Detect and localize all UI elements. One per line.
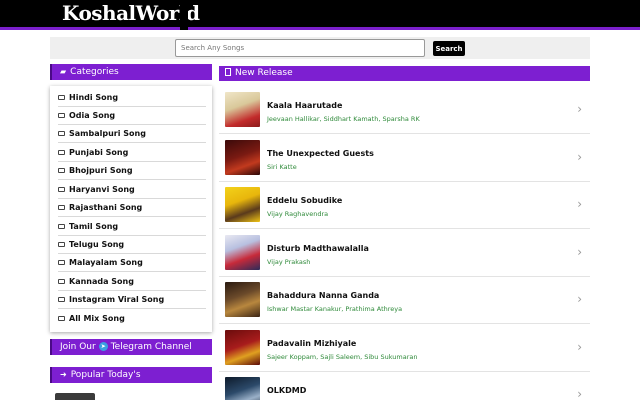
search-input[interactable] (175, 39, 425, 57)
song-title: OLKDMD (267, 386, 307, 395)
category-item-haryanvi[interactable]: Haryanvi Song (58, 181, 206, 199)
chevron-right-icon: › (577, 387, 582, 400)
category-label: Malayalam Song (69, 258, 143, 267)
folder-icon (58, 297, 65, 302)
site-logo[interactable]: KoshalWorld (62, 1, 200, 25)
song-title: Disturb Madthawalalla (267, 244, 369, 253)
song-thumbnail (225, 235, 260, 270)
song-artists: Vijay Prakash (267, 258, 311, 266)
category-label: All Mix Song (69, 314, 125, 323)
song-row[interactable]: Bahaddura Nanna Ganda Ishwar Mastar Kana… (219, 277, 590, 324)
folder-icon (58, 316, 65, 321)
category-label: Instagram Viral Song (69, 295, 165, 304)
chevron-right-icon: › (577, 245, 582, 259)
popular-thumbnail[interactable] (55, 393, 95, 400)
chevron-right-icon: › (577, 197, 582, 211)
song-thumbnail (225, 377, 260, 400)
chevron-right-icon: › (577, 340, 582, 354)
chevron-right-icon: › (577, 102, 582, 116)
folder-icon (58, 205, 65, 210)
song-thumbnail (225, 282, 260, 317)
song-artists: Siri Katte (267, 163, 297, 171)
category-label: Hindi Song (69, 93, 119, 102)
category-label: Telugu Song (69, 240, 125, 249)
category-label: Bhojpuri Song (69, 166, 133, 175)
search-button[interactable]: Search (433, 41, 465, 56)
song-artists: Sajeer Koppam, Sajli Saleem, Sibu Sukuma… (267, 353, 418, 361)
category-item-rajasthani[interactable]: Rajasthani Song (58, 199, 206, 217)
song-row[interactable]: Eddelu Sobudike Vijay Raghavendra › (219, 182, 590, 229)
category-label: Odia Song (69, 111, 116, 120)
document-icon (225, 68, 231, 76)
category-item-telugu[interactable]: Telugu Song (58, 236, 206, 254)
folder-icon (58, 242, 65, 247)
new-release-header: New Release (219, 66, 590, 81)
top-bar: KoshalWorld (0, 0, 640, 30)
song-row[interactable]: The Unexpected Guests Siri Katte › (219, 135, 590, 182)
song-title: Bahaddura Nanna Ganda (267, 291, 380, 300)
folder-icon (58, 279, 65, 284)
category-item-odia[interactable]: Odia Song (58, 107, 206, 125)
category-item-kannada[interactable]: Kannada Song (58, 273, 206, 291)
song-title: Kaala Haarutade (267, 101, 343, 110)
song-title: Eddelu Sobudike (267, 196, 343, 205)
category-label: Rajasthani Song (69, 203, 143, 212)
song-row[interactable]: Kaala Haarutade Jeevaan Hallikar, Siddha… (219, 87, 590, 134)
category-item-bhojpuri[interactable]: Bhojpuri Song (58, 162, 206, 180)
song-row[interactable]: Disturb Madthawalalla Vijay Prakash › (219, 230, 590, 277)
song-thumbnail (225, 140, 260, 175)
folder-icon (58, 168, 65, 173)
popular-title: Popular Today's (70, 370, 141, 380)
category-item-tamil[interactable]: Tamil Song (58, 218, 206, 236)
song-row[interactable]: Padavalin Mizhiyale Sajeer Koppam, Sajli… (219, 325, 590, 372)
song-thumbnail (225, 92, 260, 127)
song-row[interactable]: OLKDMD › (219, 372, 590, 400)
song-thumbnail (225, 330, 260, 365)
song-title: Padavalin Mizhiyale (267, 339, 357, 348)
folder-icon (58, 224, 65, 229)
category-label: Tamil Song (69, 222, 119, 231)
category-item-hindi[interactable]: Hindi Song (58, 89, 206, 107)
categories-header: ▰ Categories (50, 64, 212, 80)
telegram-icon: ➤ (98, 342, 108, 351)
song-artists: Jeevaan Hallikar, Siddhart Kamath, Spars… (267, 115, 420, 123)
song-title: The Unexpected Guests (267, 149, 374, 158)
folder-open-icon: ▰ (60, 67, 67, 76)
telegram-suffix: Telegram Channel (110, 342, 192, 352)
category-item-sambalpuri[interactable]: Sambalpuri Song (58, 125, 206, 143)
category-label: Sambalpuri Song (69, 129, 146, 138)
popular-header: ➜ Popular Today's (50, 367, 212, 383)
category-item-instagram-viral[interactable]: Instagram Viral Song (58, 291, 206, 309)
category-label: Punjabi Song (69, 148, 129, 157)
chevron-right-icon: › (577, 150, 582, 164)
categories-panel: Hindi Song Odia Song Sambalpuri Song Pun… (50, 86, 212, 332)
folder-icon (58, 187, 65, 192)
song-thumbnail (225, 187, 260, 222)
folder-icon (58, 131, 65, 136)
song-artists: Vijay Raghavendra (267, 210, 329, 218)
song-artists: Ishwar Mastar Kanakur, Prathima Athreya (267, 305, 403, 313)
chevron-circle-right-icon: ➜ (60, 370, 67, 379)
category-item-punjabi[interactable]: Punjabi Song (58, 144, 206, 162)
telegram-prefix: Join Our (60, 342, 96, 352)
new-release-title: New Release (235, 68, 293, 78)
category-item-all-mix[interactable]: All Mix Song (58, 310, 206, 328)
folder-icon (58, 150, 65, 155)
categories-title: Categories (70, 67, 119, 77)
telegram-join-link[interactable]: Join Our ➤ Telegram Channel (50, 339, 212, 355)
logo-mask (180, 0, 188, 30)
category-label: Haryanvi Song (69, 185, 135, 194)
chevron-right-icon: › (577, 292, 582, 306)
category-label: Kannada Song (69, 277, 134, 286)
folder-icon (58, 95, 65, 100)
search-bar: Search (50, 37, 590, 59)
folder-icon (58, 260, 65, 265)
category-item-malayalam[interactable]: Malayalam Song (58, 254, 206, 272)
folder-icon (58, 113, 65, 118)
